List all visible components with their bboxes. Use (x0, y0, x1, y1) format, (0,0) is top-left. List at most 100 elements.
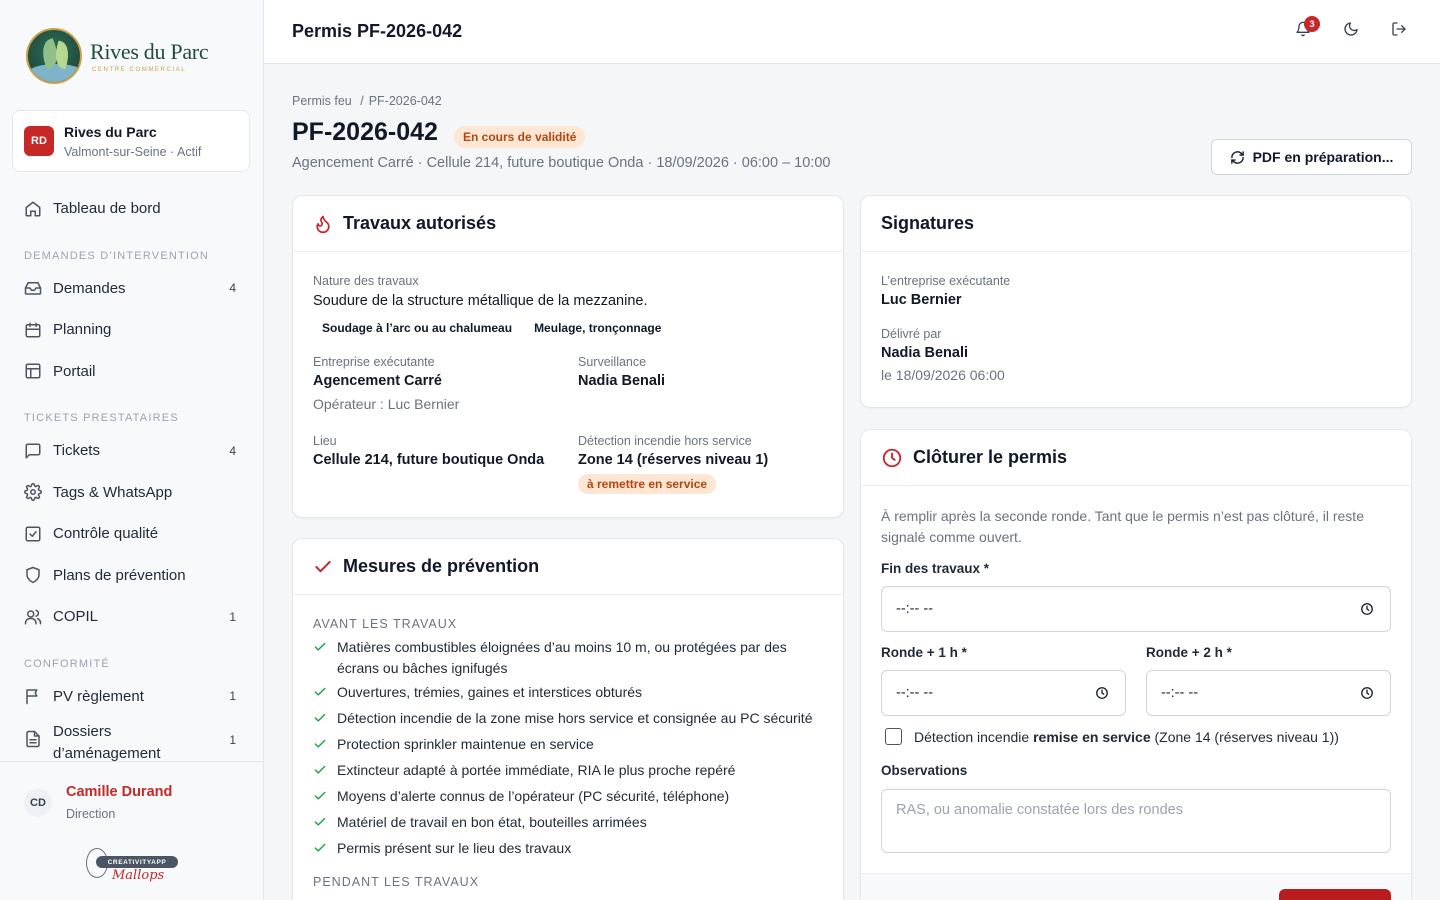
flame-icon (313, 214, 333, 234)
list-item: Protection sprinkler maintenue en servic… (313, 734, 813, 757)
site-switcher[interactable]: RD Rives du Parc Valmont-sur-Seine · Act… (12, 110, 250, 172)
badge-label: CREATIVITYAPP (96, 856, 178, 868)
sidebar-item-demandes[interactable]: Demandes 4 (12, 268, 252, 310)
observations-placeholder: RAS, ou anomalie constatée lors des rond… (896, 802, 1183, 818)
signature-delivre-value: Nadia Benali (881, 345, 969, 361)
prevention-section-pendant: PENDANT LES TRAVAUX (313, 875, 480, 889)
entreprise-label: Entreprise exécutante (313, 355, 435, 369)
sidebar-item-tags[interactable]: Tags & WhatsApp (12, 472, 252, 514)
ronde1-input[interactable]: --:-- -- (881, 670, 1126, 716)
checkbox-label-bold: remise en service (1033, 728, 1151, 745)
nav-section-tickets: TICKETS PRESTATAIRES (24, 412, 179, 424)
calendar-icon (24, 321, 42, 339)
sidebar: Rives du Parc CENTRE COMMERCIAL RD Rives… (0, 0, 264, 900)
site-avatar: RD (24, 126, 54, 156)
detection-checkbox[interactable] (885, 728, 902, 745)
card-title: Signatures (881, 213, 975, 233)
user-menu[interactable]: CD Camille Durand Direction (24, 784, 172, 821)
signature-entreprise-value: Luc Bernier (881, 292, 962, 308)
fin-travaux-value: --:-- -- (896, 601, 934, 617)
cloture-card: Clôturer le permis À remplir après la se… (860, 429, 1412, 900)
signature-entreprise-label: L’entreprise exécutante (881, 274, 1011, 288)
creativityapp-badge[interactable]: CREATIVITYAPP Mallops (86, 846, 178, 886)
sidebar-item-tickets[interactable]: Tickets 4 (12, 430, 252, 472)
page-subtitle: Agencement Carré · Cellule 214, future b… (292, 155, 831, 171)
sidebar-item-count: 4 (229, 281, 236, 296)
operateur-value: Opérateur : Luc Bernier (313, 396, 460, 412)
sidebar-item-pv[interactable]: PV règlement 1 (12, 676, 252, 718)
entreprise-value: Agencement Carré (313, 373, 442, 389)
sidebar-item-label: Tickets (53, 442, 100, 460)
moon-icon (1343, 21, 1359, 42)
clock-icon[interactable] (1095, 686, 1109, 704)
message-icon (24, 442, 42, 460)
sidebar-item-count: 1 (229, 733, 236, 747)
checkbox-label-pre: Détection incendie (914, 728, 1030, 745)
clock-icon[interactable] (1360, 602, 1374, 620)
breadcrumb-root[interactable]: Permis feu (292, 94, 352, 108)
refresh-icon (1230, 150, 1245, 165)
list-item: Ouvertures, trémies, gaines et interstic… (313, 682, 813, 705)
checkbox-label-post: (Zone 14 (réserves niveau 1)) (1154, 728, 1339, 745)
sidebar-item-controle[interactable]: Contrôle qualité (12, 513, 252, 555)
sidebar-item-dossiers[interactable]: Dossiers d’aménagement 1 (12, 717, 252, 765)
travaux-card: Travaux autorisés Nature des travaux Sou… (292, 195, 844, 518)
sidebar-item-label: Dossiers d’aménagement (53, 723, 161, 762)
fin-travaux-input[interactable]: --:-- -- (881, 586, 1391, 632)
topbar-title: Permis PF-2026-042 (292, 21, 463, 41)
ronde2-input[interactable]: --:-- -- (1146, 670, 1391, 716)
theme-toggle[interactable] (1340, 20, 1362, 42)
ronde1-label: Ronde + 1 h * (881, 645, 967, 660)
sidebar-item-label: Portail (53, 362, 96, 380)
sidebar-item-label: Plans de prévention (53, 566, 186, 584)
layout-icon (24, 362, 42, 380)
topbar: Permis PF-2026-042 3 (264, 0, 1440, 64)
lieu-value: Cellule 214, future boutique Onda (313, 452, 545, 468)
status-badge: En cours de validité (454, 126, 586, 148)
check-icon (313, 788, 329, 809)
breadcrumb-separator: / (360, 94, 364, 108)
detection-value: Zone 14 (réserves niveau 1) (578, 452, 769, 468)
submit-button[interactable] (1279, 889, 1391, 900)
card-title: Travaux autorisés (343, 213, 497, 233)
list-item: Détection incendie de la zone mise hors … (313, 708, 813, 731)
list-item: Matériel de travail en bon état, bouteil… (313, 812, 813, 835)
cloture-intro: À remplir après la seconde ronde. Tant q… (881, 508, 1364, 545)
check-icon (313, 557, 333, 577)
list-item: Permis présent sur le lieu des travaux (313, 838, 813, 861)
signature-delivre-date: le 18/09/2026 06:00 (881, 367, 1005, 383)
check-square-icon (24, 525, 42, 543)
sidebar-item-dashboard[interactable]: Tableau de bord (12, 188, 252, 230)
notification-count: 3 (1304, 16, 1320, 32)
detection-label: Détection incendie hors service (578, 434, 752, 448)
brand-tagline: CENTRE COMMERCIAL (92, 67, 187, 73)
brand-name: Rives du Parc (90, 39, 209, 64)
work-type-tag: Soudage à l’arc ou au chalumeau (313, 318, 522, 338)
clock-icon (881, 447, 903, 469)
sidebar-footer: CD Camille Durand Direction CREATIVITYAP… (0, 761, 263, 900)
logout-icon (1391, 21, 1407, 42)
main-content: Permis feu / PF-2026-042 PF-2026-042 En c… (264, 64, 1440, 900)
pdf-button[interactable]: PDF en préparation... (1211, 139, 1412, 175)
surveillance-value: Nadia Benali (578, 373, 666, 389)
card-footer (861, 873, 1411, 900)
sidebar-item-label: PV règlement (53, 687, 144, 705)
observations-textarea[interactable]: RAS, ou anomalie constatée lors des rond… (881, 789, 1391, 853)
sidebar-item-label: Planning (53, 321, 112, 339)
prevention-list-avant: Matières combustibles éloignées d’au moi… (313, 637, 813, 861)
prevention-section-avant: AVANT LES TRAVAUX (313, 617, 458, 631)
check-icon (313, 736, 329, 757)
sidebar-item-planning[interactable]: Planning (12, 309, 252, 351)
sidebar-item-portail[interactable]: Portail (12, 351, 252, 393)
sidebar-item-count: 4 (229, 443, 236, 458)
breadcrumb: Permis feu / PF-2026-042 (292, 94, 442, 108)
sidebar-item-plans[interactable]: Plans de prévention (12, 555, 252, 597)
logout-button[interactable] (1388, 20, 1410, 42)
clock-icon[interactable] (1360, 686, 1374, 704)
sidebar-item-copil[interactable]: COPIL 1 (12, 596, 252, 638)
detection-checkbox-row[interactable]: Détection incendie remise en service (Zo… (885, 728, 1339, 745)
notifications-button[interactable]: 3 (1292, 16, 1320, 42)
fin-travaux-label: Fin des travaux * (881, 561, 990, 576)
nature-value: Soudure de la structure métallique de la… (313, 293, 648, 309)
brand-logo[interactable]: Rives du Parc CENTRE COMMERCIAL (26, 28, 209, 84)
